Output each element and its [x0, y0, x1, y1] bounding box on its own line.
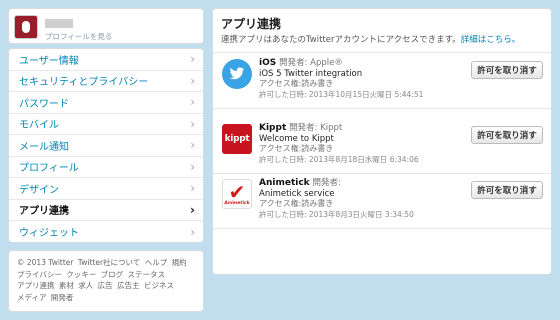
revoke-access-button[interactable]: 許可を取り消す — [471, 181, 543, 199]
footer-link[interactable]: ブログ — [101, 270, 124, 279]
footer-links: © 2013 Twitter Twitter社について ヘルプ 規約 プライバシ… — [8, 250, 204, 312]
app-description: Welcome to Kippt — [259, 133, 334, 144]
footer-link[interactable]: 開発者 — [51, 293, 74, 302]
footer-link[interactable]: プライバシー — [17, 270, 62, 279]
chevron-right-icon: › — [190, 202, 195, 217]
chevron-right-icon: › — [190, 95, 195, 110]
footer-link[interactable]: アプリ連携 — [17, 281, 55, 290]
footer-link[interactable]: メディア — [17, 293, 46, 302]
menu-item-label: プロフィール — [19, 163, 79, 175]
footer-link[interactable]: クッキー — [66, 270, 96, 279]
details-link[interactable]: 詳細はこちら。 — [461, 35, 521, 45]
app-permission: アクセス権:読み書き — [259, 199, 334, 208]
app-name: Animetick — [259, 178, 310, 188]
app-name: iOS — [259, 58, 277, 68]
menu-item-profile[interactable]: プロフィール › — [9, 157, 203, 178]
app-row-kippt: kippt Kippt 開発者: Kippt Welcome to Kippt … — [213, 118, 551, 174]
app-developer: 開発者: Kippt — [289, 123, 343, 133]
animetick-logo-icon: ✔ Animetick — [222, 179, 252, 209]
app-granted-date: 許可した日時: 2013年8月18日水曜日 6:34:06 — [259, 154, 419, 164]
username-placeholder — [45, 19, 73, 28]
page-title: アプリ連携 — [221, 17, 282, 31]
checkmark-icon: ✔ — [228, 179, 246, 204]
menu-item-account[interactable]: ユーザー情報 › — [9, 49, 203, 71]
footer-link[interactable]: 広告 — [98, 281, 113, 290]
profile-card[interactable]: プロフィールを見る — [8, 8, 204, 44]
menu-item-password[interactable]: パスワード › — [9, 92, 203, 114]
footer-link[interactable]: ビジネス — [144, 281, 174, 290]
footer-copyright: © 2013 Twitter — [17, 258, 74, 267]
app-info: Animetick 開発者: Animetick service アクセス権:読… — [259, 178, 414, 220]
menu-item-label: アプリ連携 — [19, 206, 69, 218]
settings-menu: ユーザー情報 › セキュリティとプライバシー › パスワード › モバイル › … — [8, 48, 204, 243]
menu-item-label: メール通知 — [19, 141, 69, 153]
app-granted-date: 許可した日時: 2013年10月15日火曜日 5:44:51 — [259, 89, 424, 99]
footer-link[interactable]: ステータス — [128, 270, 166, 279]
menu-item-email-notifications[interactable]: メール通知 › — [9, 135, 203, 157]
apps-panel: アプリ連携 連携アプリはあなたのTwitterアカウントにアクセスできます。詳細… — [212, 8, 552, 275]
app-name: Kippt — [259, 123, 287, 133]
animetick-brand-text: Animetick — [224, 200, 250, 206]
menu-item-label: ユーザー情報 — [19, 55, 79, 67]
menu-item-widgets[interactable]: ウィジェット › — [9, 221, 203, 242]
app-description: iOS 5 Twitter integration — [259, 68, 363, 79]
app-permission: アクセス権:読み書き — [259, 79, 334, 88]
menu-item-label: パスワード — [19, 98, 69, 110]
footer-link[interactable]: ヘルプ — [145, 258, 168, 267]
app-info: iOS 開発者: Apple® iOS 5 Twitter integratio… — [259, 58, 423, 100]
panel-description: 連携アプリはあなたのTwitterアカウントにアクセスできます。詳細はこちら。 — [221, 33, 520, 45]
menu-item-security-privacy[interactable]: セキュリティとプライバシー › — [9, 71, 203, 92]
chevron-right-icon: › — [190, 181, 195, 196]
chevron-right-icon: › — [190, 73, 195, 88]
chevron-right-icon: › — [190, 159, 195, 174]
menu-item-apps[interactable]: アプリ連携 › — [9, 200, 203, 221]
app-developer: 開発者: Apple® — [279, 58, 343, 68]
chevron-right-icon: › — [190, 52, 195, 67]
twitter-bird-icon — [222, 59, 252, 89]
app-developer: 開発者: — [312, 178, 341, 188]
footer-link[interactable]: 素材 — [59, 281, 74, 290]
menu-item-label: セキュリティとプライバシー — [19, 77, 149, 89]
menu-item-label: ウィジェット — [19, 228, 79, 240]
menu-item-label: デザイン — [19, 184, 59, 196]
revoke-access-button[interactable]: 許可を取り消す — [471, 61, 543, 79]
chevron-right-icon: › — [190, 138, 195, 153]
menu-item-label: モバイル — [19, 120, 59, 132]
view-profile-link[interactable]: プロフィールを見る — [45, 31, 112, 42]
footer-link[interactable]: Twitter社について — [78, 258, 140, 267]
app-row-ios: iOS 開発者: Apple® iOS 5 Twitter integratio… — [213, 53, 551, 109]
footer-link[interactable]: 広告主 — [117, 281, 140, 290]
app-permission: アクセス権:読み書き — [259, 144, 334, 153]
app-granted-date: 許可した日時: 2013年8月3日火曜日 3:34:50 — [259, 209, 414, 219]
revoke-access-button[interactable]: 許可を取り消す — [471, 126, 543, 144]
kippt-logo-icon: kippt — [222, 124, 252, 154]
chevron-right-icon: › — [190, 116, 195, 131]
description-text: 連携アプリはあなたのTwitterアカウントにアクセスできます。 — [221, 35, 461, 45]
menu-item-design[interactable]: デザイン › — [9, 178, 203, 200]
avatar[interactable] — [14, 15, 38, 39]
app-description: Animetick service — [259, 188, 335, 199]
footer-link[interactable]: 求人 — [78, 281, 93, 290]
app-row-animetick: ✔ Animetick Animetick 開発者: Animetick ser… — [213, 173, 551, 229]
menu-item-mobile[interactable]: モバイル › — [9, 114, 203, 135]
chevron-right-icon: › — [190, 224, 195, 239]
footer-link[interactable]: 規約 — [172, 258, 187, 267]
app-info: Kippt 開発者: Kippt Welcome to Kippt アクセス権:… — [259, 123, 419, 165]
